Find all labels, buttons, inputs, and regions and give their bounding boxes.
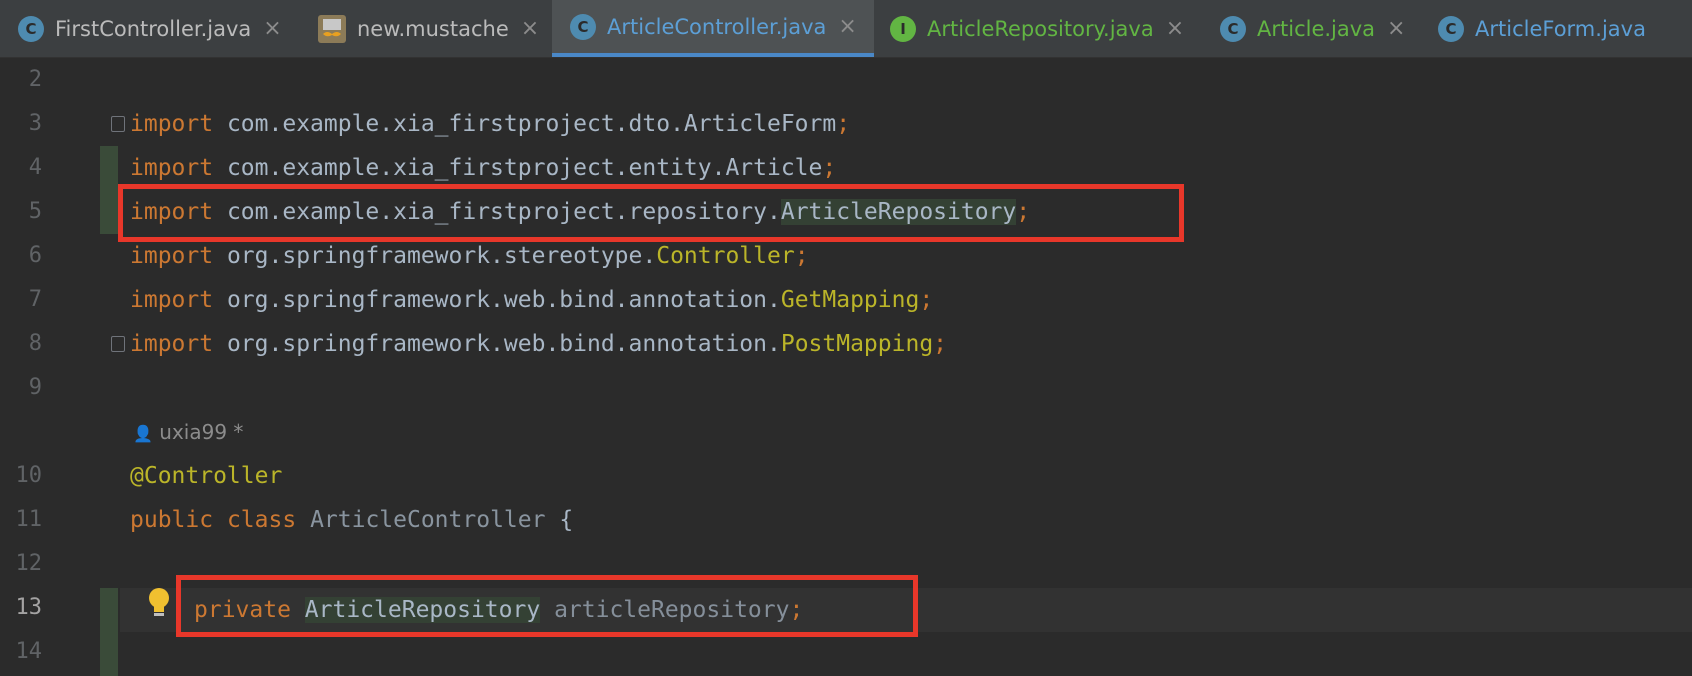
- semicolon: ;: [933, 331, 948, 357]
- keyword: class: [226, 507, 297, 533]
- code-line-10[interactable]: @Controller: [130, 454, 282, 498]
- interface-icon: I: [890, 15, 916, 42]
- vcs-change-marker: [100, 146, 118, 234]
- lightbulb-icon[interactable]: [146, 586, 172, 627]
- highlight-box-import: [118, 184, 1184, 242]
- keyword: public: [130, 507, 214, 533]
- line-number: 13: [15, 595, 43, 620]
- line-number: 5: [28, 199, 42, 224]
- close-icon[interactable]: ×: [263, 16, 281, 41]
- tab-label: Article.java: [1257, 16, 1376, 41]
- class-reference: Controller: [656, 243, 795, 269]
- tab-articlerepository[interactable]: I ArticleRepository.java ×: [890, 0, 1184, 57]
- class-icon: C: [570, 13, 596, 40]
- class-icon: C: [1438, 15, 1464, 42]
- class-reference: PostMapping: [780, 331, 934, 357]
- code-line-7[interactable]: import org.springframework.web.bind.anno…: [130, 278, 933, 322]
- author-hint[interactable]: 👤 uxia99 *: [133, 410, 243, 454]
- tab-label: FirstController.java: [55, 16, 252, 41]
- tab-firstcontroller[interactable]: C FirstController.java ×: [18, 0, 282, 57]
- line-number: 12: [15, 551, 43, 576]
- code-line-8[interactable]: import org.springframework.web.bind.anno…: [130, 322, 947, 366]
- tab-label: ArticleController.java: [607, 14, 827, 39]
- keyword: import: [130, 111, 214, 137]
- line-number: 9: [28, 375, 42, 400]
- line-number: 10: [15, 463, 43, 488]
- user-icon: 👤: [133, 424, 153, 443]
- semicolon: ;: [794, 243, 809, 269]
- package-path: org.springframework.web.bind.annotation.: [226, 331, 781, 357]
- package-path: com.example.xia_firstproject.dto.Article…: [226, 111, 837, 137]
- line-number: 2: [28, 67, 42, 92]
- semicolon: ;: [836, 111, 851, 137]
- tab-articleform[interactable]: C ArticleForm.java: [1438, 0, 1646, 57]
- highlight-box-field: [176, 575, 918, 637]
- code-editor[interactable]: 2 3 4 5 6 7 8 9 10 11 12 13 14 import co…: [0, 58, 1692, 676]
- code-line-11[interactable]: public class ArticleController {: [130, 498, 573, 542]
- fold-icon[interactable]: [111, 336, 125, 352]
- semicolon: ;: [919, 287, 934, 313]
- class-name: ArticleController: [310, 507, 546, 533]
- close-icon[interactable]: ×: [1387, 16, 1405, 41]
- mustache-file-icon: [318, 14, 346, 43]
- annotation: @Controller: [130, 463, 283, 489]
- close-icon[interactable]: ×: [1166, 16, 1184, 41]
- fold-icon[interactable]: [111, 116, 125, 132]
- code-line-3[interactable]: import com.example.xia_firstproject.dto.…: [130, 102, 850, 146]
- tab-articlecontroller[interactable]: C ArticleController.java ×: [552, 0, 874, 57]
- keyword: import: [130, 243, 214, 269]
- tab-new-mustache[interactable]: new.mustache ×: [318, 0, 539, 57]
- tab-label: ArticleForm.java: [1475, 16, 1646, 41]
- line-number: 14: [15, 639, 43, 664]
- line-number: 8: [28, 331, 42, 356]
- author-name: uxia99 *: [159, 420, 244, 444]
- line-number: 11: [15, 507, 43, 532]
- editor-tab-bar: C FirstController.java × new.mustache × …: [0, 0, 1692, 58]
- tab-label: ArticleRepository.java: [927, 16, 1154, 41]
- package-path: com.example.xia_firstproject.entity.Arti…: [226, 155, 823, 181]
- class-reference: GetMapping: [780, 287, 920, 313]
- keyword: import: [130, 331, 214, 357]
- vcs-change-marker: [100, 588, 118, 676]
- line-number: 6: [28, 243, 42, 268]
- package-path: org.springframework.stereotype.: [226, 243, 657, 269]
- brace: {: [559, 507, 574, 533]
- semicolon: ;: [822, 155, 837, 181]
- tab-label: new.mustache: [357, 16, 509, 41]
- class-icon: C: [1220, 15, 1246, 42]
- keyword: import: [130, 155, 214, 181]
- line-number: 3: [28, 111, 42, 136]
- line-number: 7: [28, 287, 42, 312]
- close-icon[interactable]: ×: [521, 16, 539, 41]
- line-number: 4: [28, 155, 42, 180]
- package-path: org.springframework.web.bind.annotation.: [226, 287, 781, 313]
- tab-article[interactable]: C Article.java ×: [1220, 0, 1405, 57]
- class-icon: C: [18, 15, 44, 42]
- close-icon[interactable]: ×: [838, 14, 856, 39]
- keyword: import: [130, 287, 214, 313]
